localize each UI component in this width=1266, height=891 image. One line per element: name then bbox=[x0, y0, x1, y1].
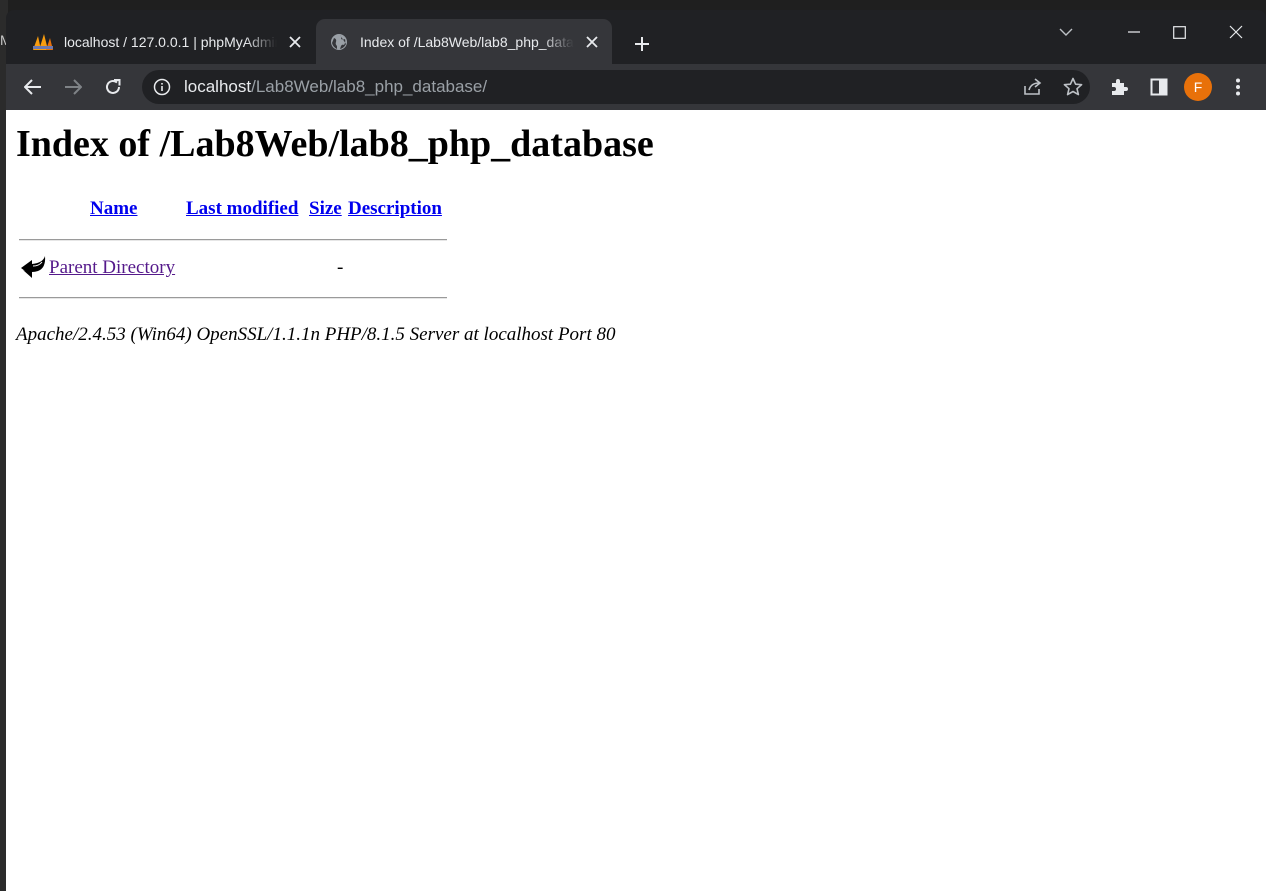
side-panel-icon bbox=[1150, 78, 1168, 96]
bookmark-star-icon[interactable] bbox=[1060, 74, 1086, 100]
divider bbox=[19, 297, 447, 299]
back-button[interactable] bbox=[17, 71, 49, 103]
profile-avatar[interactable]: F bbox=[1184, 73, 1212, 101]
url-text[interactable]: localhost/Lab8Web/lab8_php_database/ bbox=[184, 78, 487, 96]
browser-toolbar: localhost/Lab8Web/lab8_php_database/ F bbox=[6, 64, 1266, 110]
tab-search-button[interactable] bbox=[1044, 16, 1088, 48]
minimize-button[interactable] bbox=[1112, 16, 1156, 48]
column-header-description[interactable]: Description bbox=[348, 198, 442, 220]
parent-directory-link[interactable]: Parent Directory bbox=[49, 257, 175, 279]
menu-button[interactable] bbox=[1222, 71, 1254, 103]
info-icon[interactable] bbox=[152, 77, 172, 97]
tab-index-of[interactable]: Index of /Lab8Web/lab8_php_database/ bbox=[316, 19, 612, 64]
extensions-button[interactable] bbox=[1103, 71, 1135, 103]
page-title: Index of /Lab8Web/lab8_php_database bbox=[16, 123, 654, 165]
more-vert-icon bbox=[1236, 78, 1240, 96]
tab-phpmyadmin[interactable]: localhost / 127.0.0.1 | phpMyAdmin bbox=[20, 19, 315, 64]
close-tab-icon[interactable] bbox=[283, 30, 307, 54]
arrow-right-icon bbox=[65, 79, 82, 95]
puzzle-icon bbox=[1112, 79, 1128, 95]
share-icon[interactable] bbox=[1020, 74, 1046, 100]
close-window-button[interactable] bbox=[1214, 16, 1258, 48]
column-header-size[interactable]: Size bbox=[309, 198, 342, 220]
arrow-left-icon bbox=[24, 79, 41, 95]
url-host: localhost bbox=[184, 77, 252, 96]
new-tab-button[interactable] bbox=[628, 30, 656, 58]
server-signature: Apache/2.4.53 (Win64) OpenSSL/1.1.1n PHP… bbox=[16, 324, 616, 345]
address-bar[interactable]: localhost/Lab8Web/lab8_php_database/ bbox=[142, 70, 1090, 104]
reload-icon bbox=[106, 79, 121, 94]
row-size: - bbox=[337, 257, 344, 278]
url-path: /Lab8Web/lab8_php_database/ bbox=[251, 77, 488, 96]
minimize-icon bbox=[1128, 31, 1140, 33]
tab-strip: localhost / 127.0.0.1 | phpMyAdmin Index… bbox=[6, 10, 1266, 64]
maximize-button[interactable] bbox=[1157, 16, 1201, 48]
plus-icon bbox=[635, 37, 649, 51]
side-panel-button[interactable] bbox=[1143, 71, 1175, 103]
page-viewport: Index of /Lab8Web/lab8_php_database Name… bbox=[6, 110, 1266, 891]
reload-button[interactable] bbox=[97, 71, 129, 103]
phpmyadmin-logo-icon bbox=[32, 31, 54, 53]
tab-title: localhost / 127.0.0.1 | phpMyAdmin bbox=[64, 33, 277, 50]
browser-window: localhost / 127.0.0.1 | phpMyAdmin Index… bbox=[6, 10, 1266, 891]
divider bbox=[19, 239, 447, 241]
column-header-last-modified[interactable]: Last modified bbox=[186, 198, 298, 220]
close-tab-icon[interactable] bbox=[580, 30, 604, 54]
chevron-down-icon bbox=[1059, 28, 1073, 36]
back-arrow-icon bbox=[19, 254, 47, 280]
close-icon bbox=[1229, 25, 1243, 39]
forward-button[interactable] bbox=[57, 71, 89, 103]
maximize-icon bbox=[1172, 25, 1186, 39]
tab-title: Index of /Lab8Web/lab8_php_database/ bbox=[360, 33, 574, 50]
column-header-name[interactable]: Name bbox=[90, 198, 137, 220]
globe-icon bbox=[328, 31, 350, 53]
